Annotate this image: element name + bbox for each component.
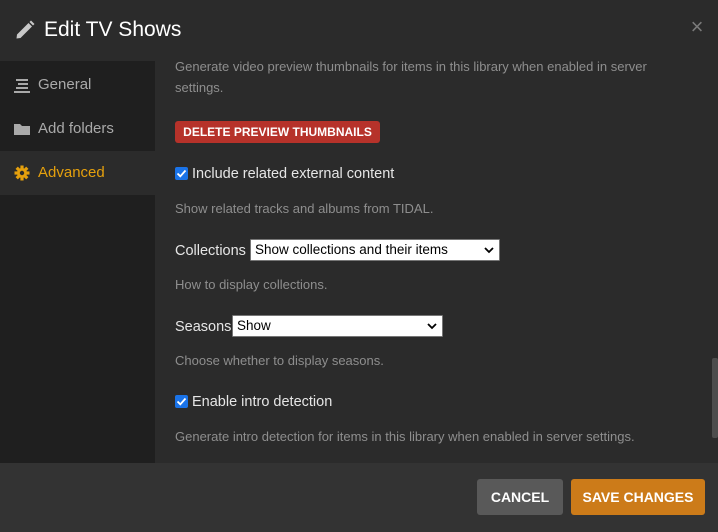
intro-detection-help: Generate intro detection for items in th… [175,429,635,444]
related-content-help: Show related tracks and albums from TIDA… [175,201,434,216]
save-changes-button[interactable]: SAVE CHANGES [571,479,705,515]
checkmark-icon [176,397,187,406]
sidebar: General Add folders Advanced [0,61,155,463]
related-content-label: Include related external content [192,166,395,182]
collections-select[interactable]: Show collections and their items [250,239,500,261]
checkmark-icon [176,169,187,178]
chevron-down-icon [484,247,494,254]
dialog-footer: CANCEL SAVE CHANGES [0,463,718,532]
sidebar-item-label: General [38,76,92,93]
dialog-header: Edit TV Shows × [0,0,718,61]
list-icon [14,79,30,93]
related-content-checkbox[interactable] [175,167,188,180]
seasons-select[interactable]: Show [232,315,443,337]
sidebar-item-label: Add folders [38,120,114,137]
seasons-select-value: Show [237,318,271,333]
gear-icon [14,165,30,181]
sidebar-item-label: Advanced [38,164,105,181]
intro-detection-label: Enable intro detection [192,394,333,410]
folder-icon [14,124,30,135]
pencil-icon [16,20,35,39]
sidebar-item-general[interactable]: General [0,63,155,107]
collections-label: Collections [175,243,246,259]
sidebar-item-add-folders[interactable]: Add folders [0,107,155,151]
chevron-down-icon [427,323,437,330]
advanced-settings-panel: Generate video preview thumbnails for it… [155,61,718,463]
delete-preview-thumbnails-button[interactable]: DELETE PREVIEW THUMBNAILS [175,121,380,143]
collections-select-value: Show collections and their items [255,242,448,257]
cancel-button[interactable]: CANCEL [477,479,563,515]
collections-help: How to display collections. [175,277,328,292]
close-icon[interactable]: × [688,16,706,38]
sidebar-item-advanced[interactable]: Advanced [0,151,155,195]
seasons-label: Seasons [175,319,232,335]
intro-detection-checkbox[interactable] [175,395,188,408]
scrollbar-thumb[interactable] [712,358,718,438]
dialog-title: Edit TV Shows [44,18,182,41]
seasons-help: Choose whether to display seasons. [175,353,384,368]
preview-thumbnails-help: Generate video preview thumbnails for it… [175,61,647,95]
